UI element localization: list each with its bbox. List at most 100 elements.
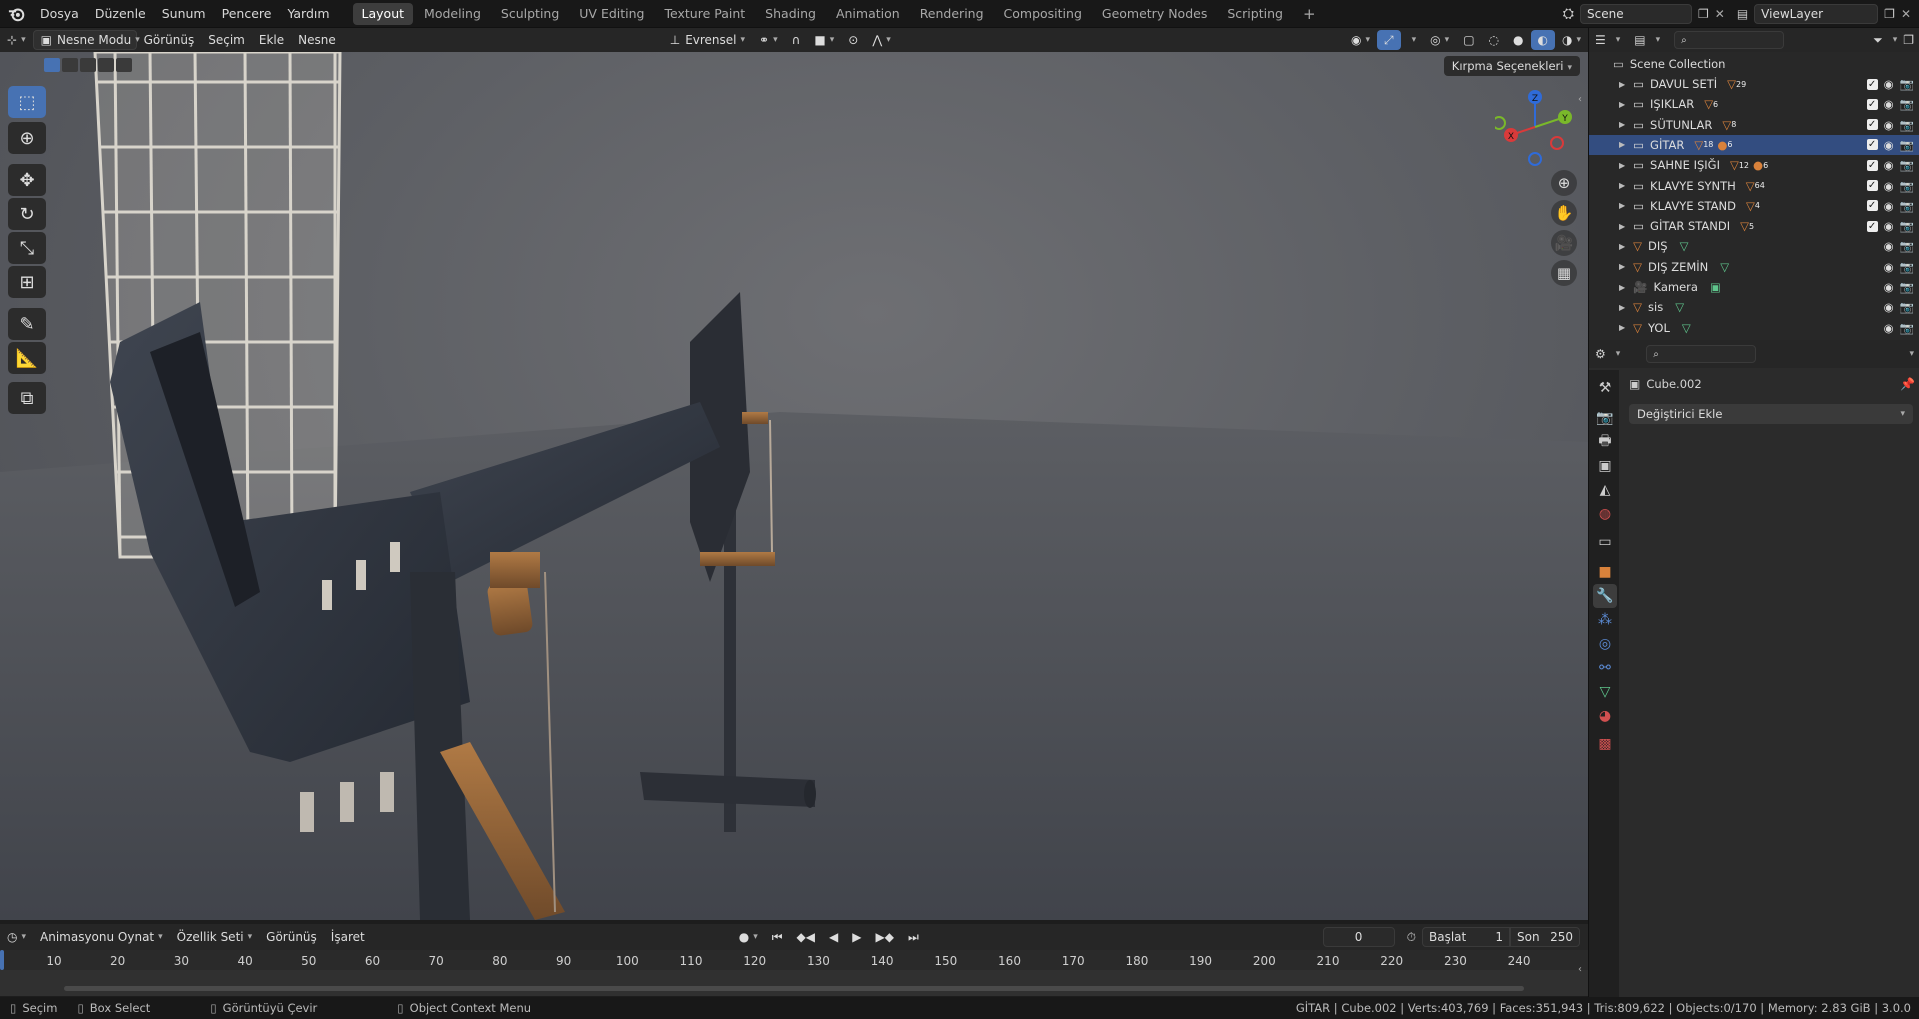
3d-viewport[interactable]: ⬚ ⊕ ✥ ↻ ⤡ ⊞ ✎ 📐 ⧉ Kırpma Seçenekleri ▾ Z …: [0, 52, 1588, 920]
camera-render-icon[interactable]: 📷: [1900, 239, 1914, 253]
timeline-area[interactable]: 10 20 30 40 50 60 70 80 90 100 110 120 130 140 150 160 1…: [0, 950, 1588, 996]
preview-range-icon[interactable]: ⏱: [1407, 930, 1416, 945]
tab-view-layer[interactable]: ▣: [1593, 454, 1617, 478]
zoom-view-button[interactable]: ⊕: [1551, 170, 1577, 196]
current-frame-input[interactable]: 0: [1322, 927, 1395, 947]
eye-icon[interactable]: ◉: [1884, 158, 1894, 172]
clip-options-button[interactable]: Kırpma Seçenekleri ▾: [1443, 56, 1580, 76]
menu-playback[interactable]: Animasyonu Oynat ▾: [33, 927, 170, 947]
tab-tool[interactable]: ⚒: [1593, 376, 1617, 400]
camera-render-icon[interactable]: 📷: [1900, 138, 1914, 152]
close-scene-icon[interactable]: ✕: [1715, 7, 1725, 21]
tab-rendering[interactable]: Rendering: [911, 3, 993, 25]
prev-keyframe-button[interactable]: ◆◀: [790, 927, 822, 947]
orientation-selector[interactable]: ⊥ Evrensel ▾: [663, 30, 752, 50]
transform-tool-button[interactable]: ⊞: [8, 266, 46, 298]
tab-world[interactable]: ◍: [1593, 502, 1617, 526]
rotate-tool-button[interactable]: ↻: [8, 198, 46, 230]
outliner-item[interactable]: ▶ 🎥 Kamera ▣ ◉ 📷: [1589, 277, 1919, 297]
scene-selector[interactable]: Scene: [1580, 3, 1692, 24]
timeline-scrollbar[interactable]: [64, 986, 1524, 991]
tab-constraints[interactable]: ⚯: [1593, 656, 1617, 680]
expand-arrow-icon[interactable]: ▶: [1619, 303, 1625, 312]
eye-icon[interactable]: ◉: [1884, 280, 1894, 294]
select-invert-icon[interactable]: [98, 58, 114, 72]
eye-icon[interactable]: ◉: [1884, 179, 1894, 193]
pin-icon[interactable]: 📌: [1900, 377, 1915, 391]
editor-type-icon[interactable]: ⚙: [1595, 347, 1606, 361]
tab-layout[interactable]: Layout: [352, 2, 414, 25]
exclude-checkbox[interactable]: ✓: [1866, 139, 1878, 151]
camera-render-icon[interactable]: 📷: [1900, 179, 1914, 193]
expand-arrow-icon[interactable]: ▶: [1619, 323, 1625, 332]
menu-edit[interactable]: Düzenle: [87, 0, 154, 28]
add-cube-tool-button[interactable]: ⧉: [8, 382, 46, 414]
expand-arrow-icon[interactable]: ▶: [1619, 100, 1625, 109]
navigation-gizmo[interactable]: Z Y X: [1495, 87, 1575, 167]
snap-button[interactable]: ∩: [785, 30, 808, 50]
eye-icon[interactable]: ◉: [1884, 239, 1894, 253]
camera-render-icon[interactable]: 📷: [1900, 219, 1914, 233]
eye-icon[interactable]: ◉: [1884, 77, 1894, 91]
exclude-checkbox[interactable]: ✓: [1866, 220, 1878, 232]
record-button[interactable]: ● ▾: [732, 927, 765, 947]
tab-particles[interactable]: ⁂: [1593, 608, 1617, 632]
tab-object[interactable]: ■: [1593, 560, 1617, 584]
outliner-item[interactable]: ▶ ▭ SÜTUNLAR ▽ 8 ✓ ◉ 📷: [1589, 115, 1919, 135]
outliner-item[interactable]: ▶ ▭ KLAVYE STAND ▽ 4 ✓ ◉ 📷: [1589, 196, 1919, 216]
expand-arrow-icon[interactable]: ▶: [1619, 222, 1625, 231]
eye-icon[interactable]: ◉: [1884, 138, 1894, 152]
next-keyframe-button[interactable]: ▶◆: [868, 927, 900, 947]
camera-render-icon[interactable]: 📷: [1900, 199, 1914, 213]
shading-material-button[interactable]: ◐: [1530, 30, 1555, 50]
exclude-checkbox[interactable]: ✓: [1866, 98, 1878, 110]
start-frame-input[interactable]: Başlat 1: [1422, 927, 1510, 947]
tab-animation[interactable]: Animation: [827, 3, 909, 25]
new-collection-icon[interactable]: ❐: [1903, 33, 1914, 47]
timeline-editor-type-button[interactable]: ◷ ▾: [0, 927, 33, 947]
tab-modeling[interactable]: Modeling: [415, 3, 490, 25]
camera-render-icon[interactable]: 📷: [1900, 300, 1914, 314]
tab-compositing[interactable]: Compositing: [995, 3, 1091, 25]
scene-collection-row[interactable]: ▭ Scene Collection: [1589, 54, 1919, 74]
close-view-layer-icon[interactable]: ✕: [1901, 7, 1911, 21]
menu-timeline-view[interactable]: Görünüş: [259, 927, 324, 947]
tab-texture[interactable]: ▩: [1593, 732, 1617, 756]
timeline-sidebar-toggle-icon[interactable]: ‹: [1578, 964, 1582, 975]
menu-add[interactable]: Ekle: [252, 30, 291, 50]
tab-modifiers[interactable]: 🔧: [1593, 584, 1617, 608]
xray-button[interactable]: ▢: [1456, 30, 1481, 50]
expand-arrow-icon[interactable]: ▶: [1619, 262, 1625, 271]
annotate-tool-button[interactable]: ✎: [8, 308, 46, 340]
add-modifier-dropdown[interactable]: Değiştirici Ekle ▾: [1629, 404, 1913, 424]
outliner-item[interactable]: ▶ ▽ sis ▽ ◉ 📷: [1589, 297, 1919, 317]
view-layer-selector[interactable]: ViewLayer: [1754, 3, 1879, 24]
jump-end-button[interactable]: ⏭: [901, 927, 926, 947]
eye-icon[interactable]: ◉: [1884, 118, 1894, 132]
snap-target-button[interactable]: ■ ▾: [807, 30, 841, 50]
expand-arrow-icon[interactable]: ▶: [1619, 201, 1625, 210]
outliner-item[interactable]: ▶ ▭ SAHNE IŞIĞI ▽ 12 ● 6 ✓ ◉ 📷: [1589, 155, 1919, 175]
tab-output[interactable]: 🖶: [1593, 430, 1617, 454]
outliner-search-input[interactable]: ⌕: [1674, 31, 1785, 49]
exclude-checkbox[interactable]: ✓: [1866, 180, 1878, 191]
tab-material[interactable]: ◕: [1593, 704, 1617, 728]
new-view-layer-icon[interactable]: ❐: [1884, 7, 1895, 21]
editor-type-icon[interactable]: ☰: [1595, 33, 1606, 47]
frame-ruler[interactable]: 10 20 30 40 50 60 70 80 90 100 110 120 130 140 150 160 1…: [0, 950, 1588, 970]
gizmo-button[interactable]: ⤢: [1377, 30, 1401, 50]
select-tool-button[interactable]: ⬚: [8, 86, 46, 118]
jump-start-button[interactable]: ⏮: [765, 927, 790, 947]
visibility-button[interactable]: ◉ ▾: [1344, 30, 1377, 50]
playhead[interactable]: [0, 950, 4, 970]
move-tool-button[interactable]: ✥: [8, 164, 46, 196]
tab-scene[interactable]: ◭: [1593, 478, 1617, 502]
camera-render-icon[interactable]: 📷: [1900, 118, 1914, 132]
tab-scripting[interactable]: Scripting: [1218, 3, 1292, 25]
camera-render-icon[interactable]: 📷: [1900, 97, 1914, 111]
outliner-item[interactable]: ▶ ▭ GİTAR ▽ 18 ● 6 ✓ ◉ 📷: [1589, 134, 1919, 155]
expand-arrow-icon[interactable]: ▶: [1619, 120, 1625, 129]
blender-logo-icon[interactable]: [8, 5, 26, 23]
mode-selector[interactable]: ▣ Nesne Modu ▾: [32, 30, 140, 50]
exclude-checkbox[interactable]: ✓: [1866, 159, 1878, 171]
